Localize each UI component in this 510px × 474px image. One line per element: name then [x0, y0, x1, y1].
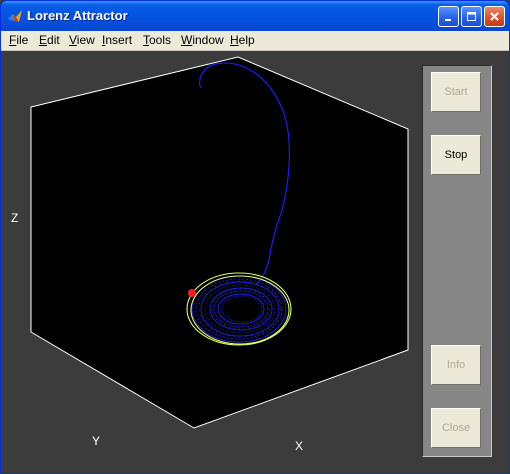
menu-tools[interactable]: Tools [143, 33, 171, 47]
window-title: Lorenz Attractor [27, 8, 128, 23]
menu-insert[interactable]: Insert [102, 33, 132, 47]
start-button[interactable]: Start [431, 72, 481, 112]
axes-box [30, 56, 409, 429]
menu-view[interactable]: View [69, 33, 95, 47]
maximize-button[interactable] [461, 6, 482, 27]
title-bar[interactable]: Lorenz Attractor [1, 1, 509, 31]
close-window-button[interactable] [484, 6, 505, 27]
menu-edit[interactable]: Edit [39, 33, 60, 47]
control-panel: Start Stop Info Close [422, 65, 492, 457]
figure-window: Lorenz Attractor File Edit View Insert T… [0, 0, 510, 474]
minimize-icon [445, 19, 451, 21]
info-button[interactable]: Info [431, 345, 481, 385]
z-axis-label: Z [11, 211, 19, 225]
matlab-logo-icon [8, 10, 22, 22]
close-icon [490, 12, 499, 21]
menu-file[interactable]: File [9, 33, 28, 47]
menu-bar: File Edit View Insert Tools Window Help [1, 31, 509, 51]
minimize-button[interactable] [438, 6, 459, 27]
figure-canvas: Z Y X Start Stop Info Close [1, 51, 509, 473]
stop-button[interactable]: Stop [431, 135, 481, 175]
lorenz-3d-axes[interactable] [1, 51, 421, 473]
menu-help[interactable]: Help [230, 33, 255, 47]
current-point-marker [188, 289, 196, 297]
y-axis-label: Y [92, 434, 101, 448]
menu-window[interactable]: Window [181, 33, 224, 47]
maximize-icon [467, 12, 476, 21]
close-button[interactable]: Close [431, 408, 481, 448]
x-axis-label: X [295, 439, 304, 453]
attractor-hole [226, 300, 258, 320]
